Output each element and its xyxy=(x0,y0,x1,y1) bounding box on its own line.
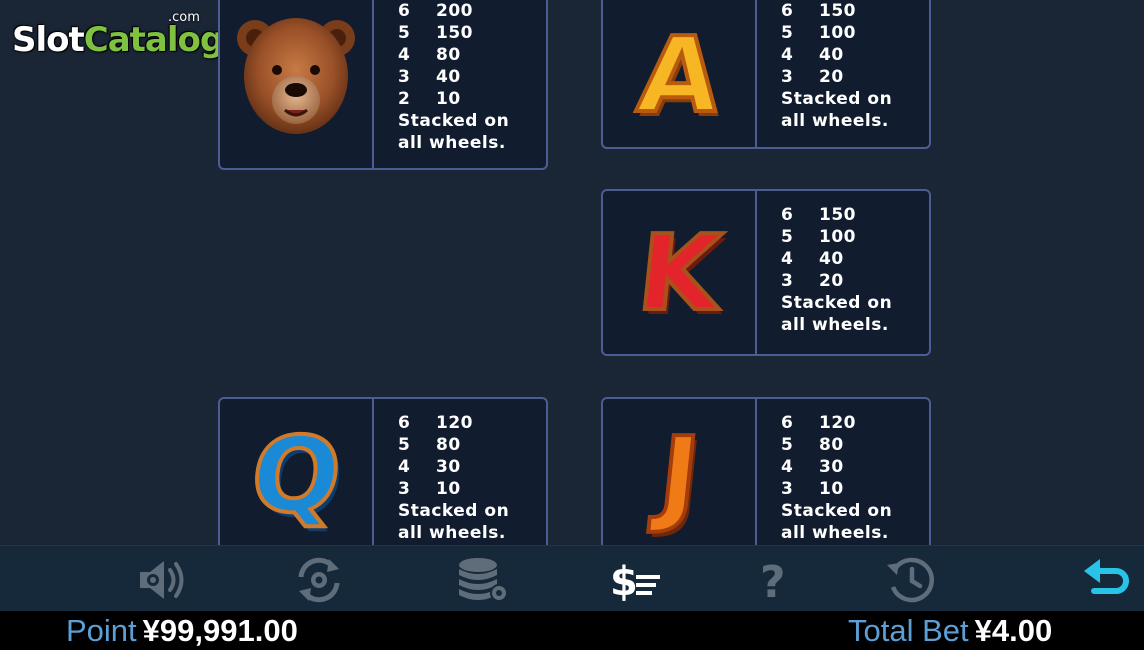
paytable-card-k: K 6 150 5 100 4 40 3 20 Stacked on all wheel… xyxy=(601,189,931,356)
pay-row: 6 200 xyxy=(398,1,473,21)
stacked-note: Stacked on all wheels. xyxy=(398,111,510,153)
pay-row: 6 150 xyxy=(781,1,856,21)
letter-j-icon: J xyxy=(651,412,707,538)
bear-pays: 6 200 5 150 4 80 3 40 2 10 Stacked on all whe… xyxy=(374,0,528,168)
stacked-note: Stacked on all wheels. xyxy=(781,293,893,335)
sound-settings-button[interactable] xyxy=(132,554,192,606)
chips-settings-icon xyxy=(459,558,508,602)
pay-row: 5 80 xyxy=(781,435,844,455)
a-symbol: A xyxy=(603,0,757,147)
svg-text:$: $ xyxy=(610,559,638,605)
k-pays: 6 150 5 100 4 40 3 20 Stacked on all wheels. xyxy=(757,191,911,354)
a-pays: 6 150 5 100 4 40 3 20 Stacked on all wheels. xyxy=(757,0,911,147)
history-icon xyxy=(887,557,934,603)
sound-settings-icon xyxy=(140,561,184,599)
letter-a-icon: A xyxy=(630,12,727,138)
paytable-card-q: Q 6 120 5 80 4 30 3 10 Stacked on all wheels… xyxy=(218,397,548,563)
back-icon xyxy=(1084,559,1129,594)
point-display: Point ¥99,991.00 xyxy=(66,613,298,649)
bear-head-icon xyxy=(237,18,355,134)
letter-k-icon: K xyxy=(630,210,727,336)
logo-domain: .com xyxy=(168,10,200,25)
stacked-note: Stacked on all wheels. xyxy=(781,89,893,131)
j-symbol: J xyxy=(603,399,757,561)
pay-row: 4 40 xyxy=(781,249,844,269)
pay-row: 5 100 xyxy=(781,23,856,43)
pay-row: 4 80 xyxy=(398,45,461,65)
pay-row: 4 30 xyxy=(781,457,844,477)
pay-row: 5 80 xyxy=(398,435,461,455)
svg-text:?: ? xyxy=(760,557,786,605)
paytable-card-j: J 6 120 5 80 4 30 3 10 Stacked on all wheels… xyxy=(601,397,931,563)
pay-row: 6 150 xyxy=(781,205,856,225)
pay-row: 3 20 xyxy=(781,271,844,291)
autoplay-settings-button[interactable] xyxy=(289,554,349,606)
paytable-card-a: A 6 150 5 100 4 40 3 20 Stacked on all wheel… xyxy=(601,0,931,149)
stacked-note: Stacked on all wheels. xyxy=(398,501,510,543)
chips-settings-button[interactable] xyxy=(452,554,512,606)
total-bet-label: Total Bet xyxy=(848,613,969,648)
pay-row: 3 40 xyxy=(398,67,461,87)
autoplay-settings-icon xyxy=(298,557,340,603)
help-icon: ? xyxy=(760,557,786,605)
paytable-card-bear: 6 200 5 150 4 80 3 40 2 10 Stacked on all whe… xyxy=(218,0,548,170)
pay-row: 3 10 xyxy=(781,479,844,499)
k-symbol: K xyxy=(603,191,757,354)
letter-q-icon: Q xyxy=(243,412,348,538)
j-pays: 6 120 5 80 4 30 3 10 Stacked on all wheels. xyxy=(757,399,911,561)
pay-row: 4 30 xyxy=(398,457,461,477)
pay-row: 5 100 xyxy=(781,227,856,247)
history-button[interactable] xyxy=(881,554,941,606)
pay-row: 2 10 xyxy=(398,89,461,109)
pay-row: 6 120 xyxy=(398,413,473,433)
point-label: Point xyxy=(66,613,137,648)
paytable-button[interactable]: $ xyxy=(606,554,666,606)
paytable-icon: $ xyxy=(610,559,660,605)
pay-row: 3 10 xyxy=(398,479,461,499)
back-button[interactable] xyxy=(1076,554,1136,606)
pay-row: 4 40 xyxy=(781,45,844,65)
help-button[interactable]: ? xyxy=(744,554,804,606)
pay-row: 5 150 xyxy=(398,23,473,43)
slotcatalog-logo: SlotCatalog .com xyxy=(12,8,224,60)
stacked-note: Stacked on all wheels. xyxy=(781,501,893,543)
status-bar: Point ¥99,991.00 Total Bet ¥4.00 xyxy=(0,611,1144,650)
total-bet-display: Total Bet ¥4.00 xyxy=(848,613,1052,649)
bear-symbol xyxy=(220,0,374,168)
pay-row: 3 20 xyxy=(781,67,844,87)
q-pays: 6 120 5 80 4 30 3 10 Stacked on all wheels. xyxy=(374,399,528,561)
q-symbol: Q xyxy=(220,399,374,561)
logo-wordmark: SlotCatalog xyxy=(12,20,224,60)
pay-row: 6 120 xyxy=(781,413,856,433)
point-value: ¥99,991.00 xyxy=(142,613,298,648)
bottom-toolbar: $ ? xyxy=(0,545,1144,612)
total-bet-value: ¥4.00 xyxy=(974,613,1053,648)
